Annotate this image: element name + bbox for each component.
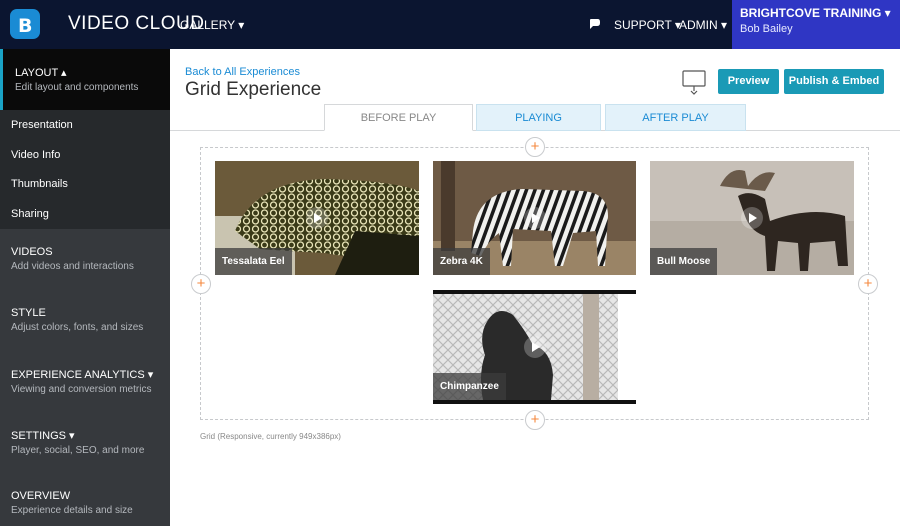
tab-after-play[interactable]: AFTER PLAY bbox=[605, 104, 746, 131]
sidebar-item-desc: Experience details and size bbox=[11, 505, 133, 516]
gallery-menu[interactable]: GALLERY ▾ bbox=[180, 18, 244, 32]
sidebar-item-desc: Adjust colors, fonts, and sizes bbox=[11, 322, 144, 333]
add-column-left-button[interactable]: + bbox=[191, 274, 211, 294]
play-icon[interactable] bbox=[524, 336, 546, 358]
play-icon[interactable] bbox=[741, 207, 763, 229]
main-content: Back to All Experiences Grid Experience … bbox=[170, 49, 900, 526]
sidebar-subitem-sharing[interactable]: Sharing bbox=[0, 199, 170, 229]
sidebar-item-overview[interactable]: OVERVIEW Experience details and size bbox=[11, 490, 133, 516]
sidebar-subitem-video-info[interactable]: Video Info bbox=[0, 140, 170, 170]
admin-menu[interactable]: ADMIN ▾ bbox=[679, 18, 727, 32]
sidebar-item-desc: Viewing and conversion metrics bbox=[11, 384, 152, 395]
sidebar-item-title: STYLE bbox=[11, 307, 46, 319]
video-title: Bull Moose bbox=[650, 248, 718, 275]
publish-embed-button[interactable]: Publish & Embed bbox=[784, 69, 884, 94]
video-card[interactable]: Tessalata Eel bbox=[215, 161, 419, 275]
add-row-top-button[interactable]: + bbox=[525, 137, 545, 157]
tab-playing[interactable]: PLAYING bbox=[476, 104, 601, 131]
sidebar-item-style[interactable]: STYLE Adjust colors, fonts, and sizes bbox=[11, 307, 143, 333]
sidebar-item-settings[interactable]: SETTINGS ▾ Player, social, SEO, and more bbox=[11, 429, 144, 456]
support-menu[interactable]: SUPPORT ▾ bbox=[614, 18, 681, 32]
preview-button[interactable]: Preview bbox=[718, 69, 779, 94]
tab-before-play[interactable]: BEFORE PLAY bbox=[324, 104, 473, 131]
help-icon[interactable] bbox=[588, 17, 602, 31]
video-card[interactable]: Zebra 4K bbox=[433, 161, 636, 275]
sidebar-subitem-presentation[interactable]: Presentation bbox=[0, 110, 170, 140]
video-title: Chimpanzee bbox=[433, 373, 506, 400]
video-title: Zebra 4K bbox=[433, 248, 490, 275]
sidebar-subitem-thumbnails[interactable]: Thumbnails bbox=[0, 169, 170, 199]
sidebar-item-desc: Edit layout and components bbox=[15, 82, 139, 93]
add-row-bottom-button[interactable]: + bbox=[525, 410, 545, 430]
sidebar-item-experience-analytics[interactable]: EXPERIENCE ANALYTICS ▾ Viewing and conve… bbox=[11, 368, 153, 395]
sidebar-item-title: VIDEOS bbox=[11, 246, 53, 258]
video-card[interactable]: Chimpanzee bbox=[433, 290, 636, 404]
sidebar-item-layout[interactable]: LAYOUT ▴ Edit layout and components bbox=[0, 49, 170, 110]
brightcove-logo-icon[interactable]: B bbox=[10, 9, 40, 39]
sidebar-item-desc: Player, social, SEO, and more bbox=[11, 445, 145, 456]
account-menu[interactable]: BRIGHTCOVE TRAINING ▾ Bob Bailey bbox=[732, 0, 900, 49]
sidebar-item-title: LAYOUT ▴ bbox=[15, 67, 67, 79]
account-user: Bob Bailey bbox=[740, 23, 793, 35]
video-card[interactable]: Bull Moose bbox=[650, 161, 854, 275]
sidebar-item-videos[interactable]: VIDEOS Add videos and interactions bbox=[11, 246, 134, 272]
sidebar-item-title: OVERVIEW bbox=[11, 490, 71, 502]
grid-size-caption: Grid (Responsive, currently 949x386px) bbox=[200, 432, 341, 441]
sidebar: LAYOUT ▴ Edit layout and components Pres… bbox=[0, 49, 170, 526]
back-to-experiences-link[interactable]: Back to All Experiences bbox=[185, 66, 300, 78]
account-name: BRIGHTCOVE TRAINING ▾ bbox=[740, 6, 891, 20]
device-preview-icon[interactable] bbox=[682, 70, 706, 96]
page-title: Grid Experience bbox=[185, 79, 322, 100]
play-icon[interactable] bbox=[306, 207, 328, 229]
sidebar-item-title: SETTINGS ▾ bbox=[11, 430, 75, 442]
top-nav-bar: B VIDEO CLOUD GALLERY ▾ SUPPORT ▾ ADMIN … bbox=[0, 0, 900, 49]
video-title: Tessalata Eel bbox=[215, 248, 292, 275]
sidebar-item-title: EXPERIENCE ANALYTICS ▾ bbox=[11, 369, 154, 381]
add-column-right-button[interactable]: + bbox=[858, 274, 878, 294]
play-icon[interactable] bbox=[524, 207, 546, 229]
sidebar-item-desc: Add videos and interactions bbox=[11, 261, 134, 272]
